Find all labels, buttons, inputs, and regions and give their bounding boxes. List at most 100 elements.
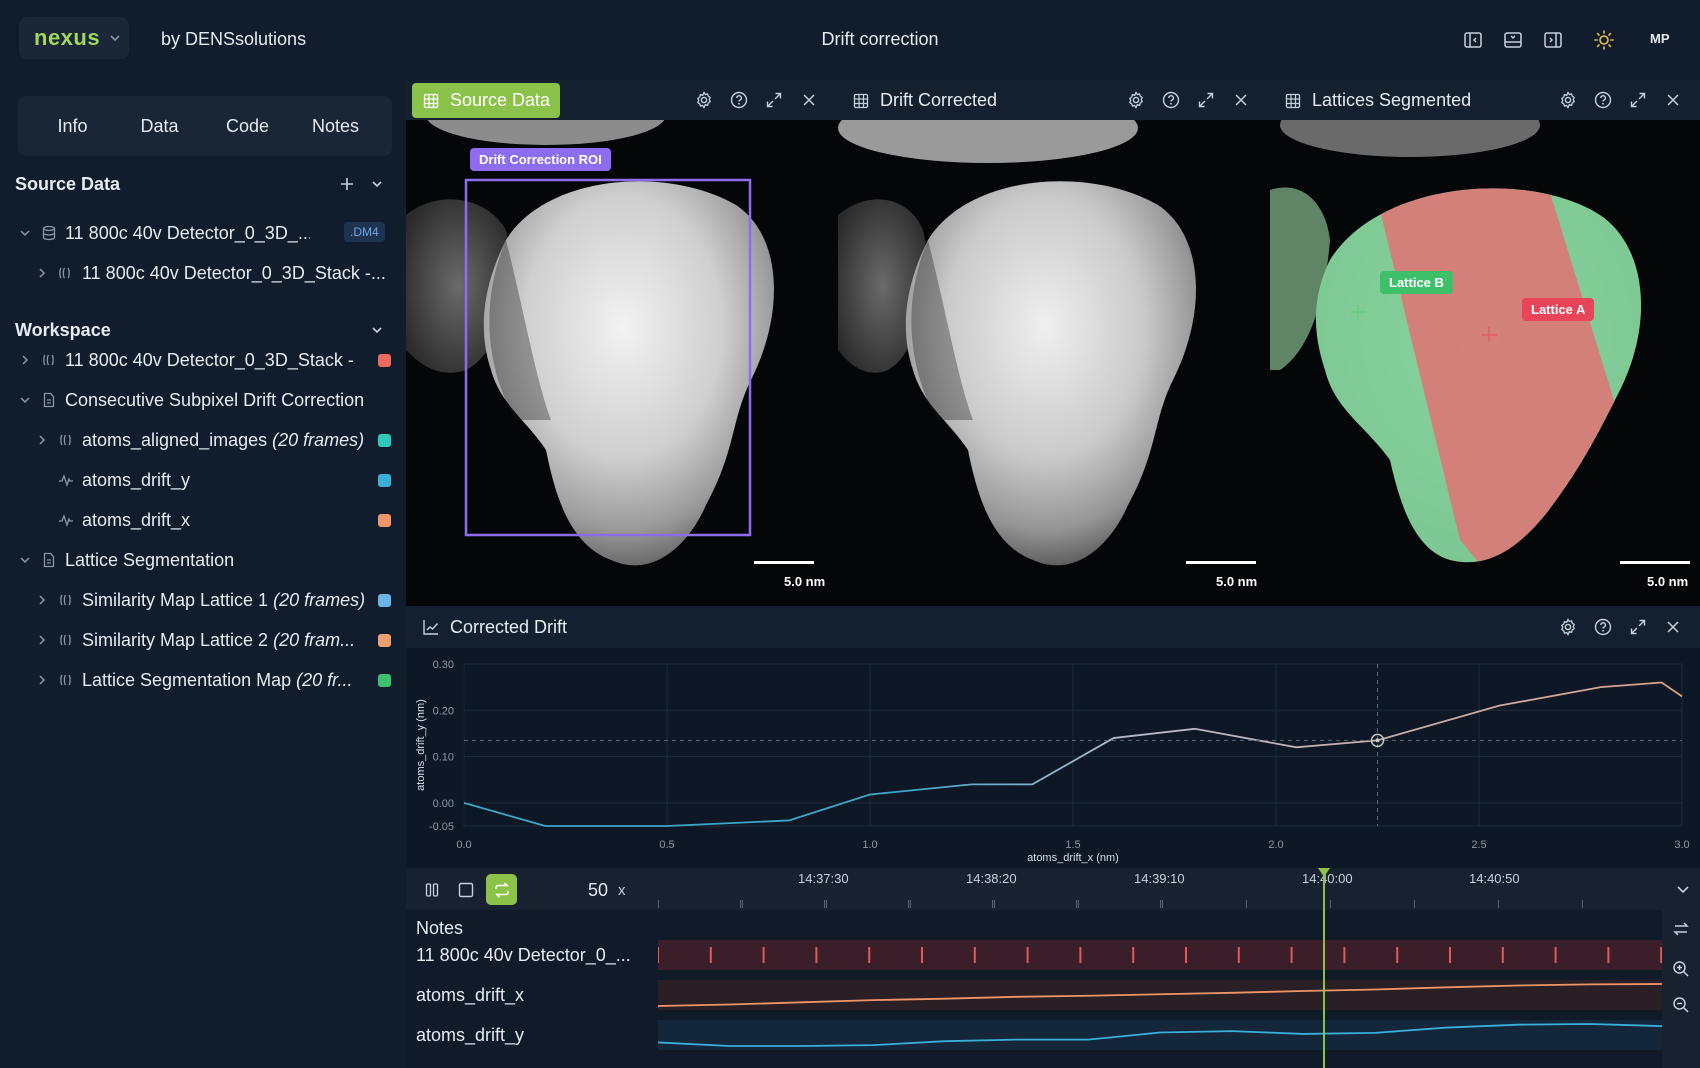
tab-data[interactable]: Data xyxy=(115,106,204,146)
loop-icon[interactable] xyxy=(486,874,517,905)
chevron-down-icon[interactable] xyxy=(1672,878,1694,900)
chevron-right-icon[interactable] xyxy=(34,632,50,648)
help-icon[interactable] xyxy=(728,89,750,111)
color-swatch[interactable] xyxy=(378,474,391,487)
workspace-item[interactable]: Lattice Segmentation Map (20 fr... xyxy=(0,660,406,700)
color-swatch[interactable] xyxy=(378,594,391,607)
zoom-out-icon[interactable] xyxy=(1669,993,1693,1017)
time-tick xyxy=(1160,900,1161,908)
color-swatch[interactable] xyxy=(378,434,391,447)
help-icon[interactable] xyxy=(1592,89,1614,111)
avatar[interactable]: MP xyxy=(1650,31,1670,46)
workspace-item[interactable]: Consecutive Subpixel Drift Correction xyxy=(0,380,406,420)
close-icon[interactable] xyxy=(798,89,820,111)
stop-icon[interactable] xyxy=(454,878,478,902)
workspace-item[interactable]: Similarity Map Lattice 1 (20 frames) xyxy=(0,580,406,620)
scale-label: 5.0 nm xyxy=(1647,574,1689,589)
time-ruler[interactable]: 14:37:30 14:38:20 14:39:10 14:40:00 14:40:50 xyxy=(658,868,1662,910)
roi-label[interactable]: Drift Correction ROI xyxy=(470,148,611,171)
workspace-item[interactable]: Similarity Map Lattice 2 (20 fram... xyxy=(0,620,406,660)
signal-icon xyxy=(57,471,75,489)
expand-icon[interactable] xyxy=(763,89,785,111)
gear-icon[interactable] xyxy=(1557,89,1579,111)
gear-icon[interactable] xyxy=(693,89,715,111)
chevron-right-icon[interactable] xyxy=(17,352,33,368)
source-data-tab[interactable]: Source Data xyxy=(412,83,560,118)
gear-icon[interactable] xyxy=(1557,616,1579,638)
chevron-right-icon[interactable] xyxy=(34,592,50,608)
item-frames: (20 frames) xyxy=(273,590,365,610)
item-name: 11 800c 40v Detector_0_3D_Stack - xyxy=(65,350,354,370)
tab-code[interactable]: Code xyxy=(204,106,291,146)
playback-speed[interactable]: 50 x xyxy=(588,877,638,903)
workspace-item[interactable]: 11 800c 40v Detector_0_3D_Stack - xyxy=(0,340,406,380)
close-icon[interactable] xyxy=(1662,89,1684,111)
sidebar: Info Data Code Notes Source Data 11 800c… xyxy=(0,80,406,1068)
source-file-row[interactable]: 11 800c 40v Detector_0_3D_... .DM4 xyxy=(0,213,406,253)
drift-chart-svg: 0.0 0.5 1.0 1.5 2.0 2.5 3.0 0.30 0.20 0.10 0.00 -0.… xyxy=(415,659,1690,864)
sun-icon[interactable] xyxy=(1592,28,1616,52)
tab-notes[interactable]: Notes xyxy=(291,106,380,146)
chevron-down-icon[interactable] xyxy=(17,552,33,568)
track-lane[interactable] xyxy=(658,980,1662,1010)
source-image-view[interactable]: Drift Correction ROI 5.0 nm xyxy=(406,120,838,606)
expand-icon[interactable] xyxy=(1627,616,1649,638)
color-swatch[interactable] xyxy=(378,674,391,687)
lattice-a-label[interactable]: Lattice A xyxy=(1522,298,1595,321)
item-name: Lattice Segmentation Map xyxy=(82,670,297,690)
gear-icon[interactable] xyxy=(1125,89,1147,111)
workspace-item[interactable]: atoms_drift_y xyxy=(0,460,406,500)
track-lane[interactable] xyxy=(658,1020,1662,1050)
workspace-item[interactable]: Lattice Segmentation xyxy=(0,540,406,580)
lattices-segmented-tab[interactable]: Lattices Segmented xyxy=(1284,83,1471,118)
x-tick-label: 2.5 xyxy=(1471,839,1486,851)
playhead[interactable] xyxy=(1323,872,1325,1068)
color-swatch[interactable] xyxy=(378,514,391,527)
segmented-image-view[interactable]: Lattice B Lattice A 5.0 nm xyxy=(1270,120,1700,606)
item-name: Lattice Segmentation xyxy=(65,550,235,570)
close-icon[interactable] xyxy=(1662,616,1684,638)
color-swatch[interactable] xyxy=(378,354,391,367)
track-lane[interactable] xyxy=(658,940,1662,970)
toggle-bottom-panel-icon[interactable] xyxy=(1501,28,1525,52)
lattice-b-label[interactable]: Lattice B xyxy=(1380,271,1453,294)
chevron-right-icon[interactable] xyxy=(34,672,50,688)
playhead-handle[interactable] xyxy=(1318,868,1330,877)
expand-icon[interactable] xyxy=(1195,89,1217,111)
workspace-item[interactable]: atoms_aligned_images (20 frames) xyxy=(0,420,406,460)
tab-info[interactable]: Info xyxy=(30,106,115,146)
swap-icon[interactable] xyxy=(1669,917,1693,941)
zoom-in-icon[interactable] xyxy=(1669,957,1693,981)
stack-icon xyxy=(56,264,74,282)
top-bar: nexus by DENSsolutions Drift correction … xyxy=(0,0,1700,80)
brand-menu[interactable]: nexus xyxy=(19,17,129,59)
time-tick xyxy=(910,900,911,908)
source-child-row[interactable]: 11 800c 40v Detector_0_3D_Stack -... xyxy=(0,253,406,293)
expand-icon[interactable] xyxy=(1627,89,1649,111)
drift-corrected-tab[interactable]: Drift Corrected xyxy=(852,83,997,118)
time-tick xyxy=(824,900,825,908)
time-tick xyxy=(1076,900,1077,908)
chevron-right-icon[interactable] xyxy=(34,432,50,448)
help-icon[interactable] xyxy=(1592,616,1614,638)
x-tick-label: 1.0 xyxy=(862,839,877,851)
toggle-left-panel-icon[interactable] xyxy=(1461,28,1485,52)
workspace-item[interactable]: atoms_drift_x xyxy=(0,500,406,540)
y-axis-title: atoms_drift_y (nm) xyxy=(415,699,427,791)
chevron-down-icon[interactable] xyxy=(17,392,33,408)
drift-panel-actions xyxy=(1557,606,1684,648)
help-icon[interactable] xyxy=(1160,89,1182,111)
close-icon[interactable] xyxy=(1230,89,1252,111)
pause-icon[interactable] xyxy=(420,878,444,902)
add-icon[interactable] xyxy=(336,173,358,195)
track-label: atoms_drift_x xyxy=(416,985,525,1005)
signal-icon xyxy=(57,511,75,529)
chevron-down-icon[interactable] xyxy=(366,173,388,195)
source-child-label: 11 800c 40v Detector_0_3D_Stack -... xyxy=(82,263,386,283)
item-name: atoms_drift_y xyxy=(82,470,191,490)
drift-chart[interactable]: 0.0 0.5 1.0 1.5 2.0 2.5 3.0 0.30 0.20 0.10 0.00 -0.… xyxy=(406,648,1700,868)
corrected-image-view[interactable]: 5.0 nm xyxy=(838,120,1270,606)
chevron-down-icon[interactable] xyxy=(366,319,388,341)
color-swatch[interactable] xyxy=(378,634,391,647)
toggle-right-panel-icon[interactable] xyxy=(1541,28,1565,52)
